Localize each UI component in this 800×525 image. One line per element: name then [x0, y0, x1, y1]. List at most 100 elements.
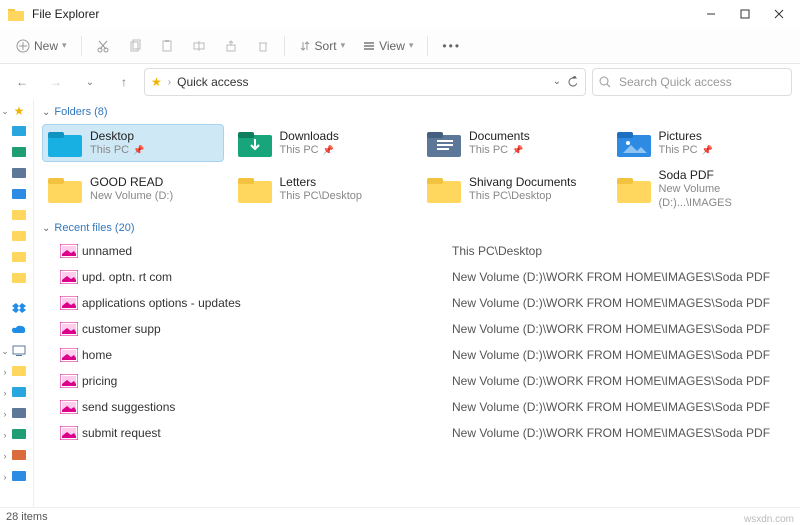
folder-icon[interactable] [10, 231, 28, 243]
folder-name: Documents [469, 129, 530, 143]
folder-icon[interactable] [10, 252, 28, 264]
folder-item[interactable]: DownloadsThis PC📌 [232, 124, 414, 162]
file-row[interactable]: upd. optn. rt comNew Volume (D:)\WORK FR… [42, 264, 792, 290]
file-row[interactable]: homeNew Volume (D:)\WORK FROM HOME\IMAGE… [42, 342, 792, 368]
desktop-icon[interactable] [10, 387, 28, 399]
close-button[interactable] [762, 0, 796, 28]
view-button[interactable]: View ▾ [355, 35, 421, 57]
share-button[interactable] [216, 35, 246, 57]
maximize-button[interactable] [728, 0, 762, 28]
folder-item[interactable]: LettersThis PC\Desktop [232, 164, 414, 214]
star-icon: ★ [151, 75, 162, 89]
watermark: wsxdn.com [744, 514, 794, 525]
folder-icon[interactable] [10, 210, 28, 222]
file-path: New Volume (D:)\WORK FROM HOME\IMAGES\So… [452, 296, 792, 310]
folder-location: This PC [90, 143, 129, 157]
address-row: ← → ⌄ ↑ ★ › Quick access ⌄ [0, 64, 800, 100]
picture-icon[interactable] [10, 471, 28, 483]
nav-strip[interactable]: ⌄★ ⌄ › › › › › › [0, 100, 34, 507]
folders-group-header[interactable]: ⌄ Folders (8) [42, 106, 792, 118]
folder-location: New Volume (D:) [90, 189, 173, 203]
file-row[interactable]: pricingNew Volume (D:)\WORK FROM HOME\IM… [42, 368, 792, 394]
folder-item[interactable]: PicturesThis PC📌 [611, 124, 793, 162]
file-path: New Volume (D:)\WORK FROM HOME\IMAGES\So… [452, 426, 792, 440]
copy-button[interactable] [120, 35, 150, 57]
sort-button[interactable]: Sort ▾ [291, 35, 354, 57]
file-name: home [82, 348, 452, 362]
back-arrow-icon: ← [16, 75, 28, 89]
chevron-right-icon[interactable]: › [0, 430, 10, 440]
desktop-icon[interactable] [10, 126, 28, 138]
chevron-right-icon[interactable]: › [0, 367, 10, 377]
status-items: 28 items [6, 511, 48, 523]
new-button[interactable]: New ▾ [8, 35, 75, 57]
back-button[interactable]: ← [8, 68, 36, 96]
chevron-down-icon[interactable]: ⌄ [0, 106, 10, 117]
refresh-button[interactable] [567, 76, 579, 88]
search-input[interactable] [617, 74, 785, 90]
file-path: New Volume (D:)\WORK FROM HOME\IMAGES\So… [452, 374, 792, 388]
dropbox-icon[interactable] [10, 303, 28, 315]
chevron-down-icon[interactable]: ⌄ [0, 346, 10, 357]
download-icon[interactable] [10, 147, 28, 159]
chevron-right-icon[interactable]: › [0, 409, 10, 419]
breadcrumb[interactable]: Quick access [177, 75, 248, 89]
folder-icon [617, 174, 651, 204]
document-icon[interactable] [10, 408, 28, 420]
download-icon[interactable] [10, 429, 28, 441]
folder-item[interactable]: GOOD READNew Volume (D:) [42, 164, 224, 214]
file-row[interactable]: send suggestionsNew Volume (D:)\WORK FRO… [42, 394, 792, 420]
music-icon[interactable] [10, 450, 28, 462]
cut-button[interactable] [88, 35, 118, 57]
new-label: New [34, 39, 58, 53]
picture-icon[interactable] [10, 189, 28, 201]
share-icon [224, 39, 238, 53]
folder-item[interactable]: DocumentsThis PC📌 [421, 124, 603, 162]
folder-location: This PC [280, 143, 319, 157]
folder-location: This PC\Desktop [280, 189, 363, 203]
file-row[interactable]: applications options - updatesNew Volume… [42, 290, 792, 316]
refresh-icon [567, 76, 579, 88]
recent-group-header[interactable]: ⌄ Recent files (20) [42, 222, 792, 234]
chevron-right-icon[interactable]: › [0, 388, 10, 398]
minimize-button[interactable] [694, 0, 728, 28]
image-file-icon [56, 426, 82, 440]
address-bar[interactable]: ★ › Quick access ⌄ [144, 68, 586, 96]
address-dropdown-icon[interactable]: ⌄ [553, 76, 561, 88]
image-file-icon [56, 400, 82, 414]
file-row[interactable]: unnamedThis PC\Desktop [42, 238, 792, 264]
up-button[interactable]: ↑ [110, 68, 138, 96]
chevron-right-icon[interactable]: › [0, 472, 10, 482]
image-file-icon [56, 374, 82, 388]
folder-icon[interactable] [10, 366, 28, 378]
file-name: customer supp [82, 322, 452, 336]
recent-dropdown-button[interactable]: ⌄ [76, 68, 104, 96]
folder-item[interactable]: Soda PDFNew Volume (D:)...\IMAGES [611, 164, 793, 214]
pin-icon: 📌 [512, 143, 523, 157]
star-icon[interactable]: ★ [10, 104, 28, 118]
folder-item[interactable]: Shivang DocumentsThis PC\Desktop [421, 164, 603, 214]
file-path: New Volume (D:)\WORK FROM HOME\IMAGES\So… [452, 400, 792, 414]
rename-icon [192, 39, 206, 53]
onedrive-icon[interactable] [10, 325, 28, 335]
folder-item[interactable]: DesktopThis PC📌 [42, 124, 224, 162]
forward-button[interactable]: → [42, 68, 70, 96]
document-icon[interactable] [10, 168, 28, 180]
search-box[interactable] [592, 68, 792, 96]
search-icon [599, 76, 611, 88]
file-row[interactable]: customer suppNew Volume (D:)\WORK FROM H… [42, 316, 792, 342]
paste-button[interactable] [152, 35, 182, 57]
folder-icon [48, 174, 82, 204]
chevron-right-icon[interactable]: › [0, 451, 10, 461]
folder-name: GOOD READ [90, 175, 173, 189]
this-pc-icon[interactable] [10, 345, 28, 357]
file-name: pricing [82, 374, 452, 388]
title-bar: File Explorer [0, 0, 800, 28]
more-button[interactable]: ••• [434, 35, 469, 57]
folder-location: This PC [659, 143, 698, 157]
file-row[interactable]: submit requestNew Volume (D:)\WORK FROM … [42, 420, 792, 446]
delete-button[interactable] [248, 35, 278, 57]
rename-button[interactable] [184, 35, 214, 57]
forward-arrow-icon: → [50, 75, 62, 89]
folder-icon[interactable] [10, 273, 28, 285]
